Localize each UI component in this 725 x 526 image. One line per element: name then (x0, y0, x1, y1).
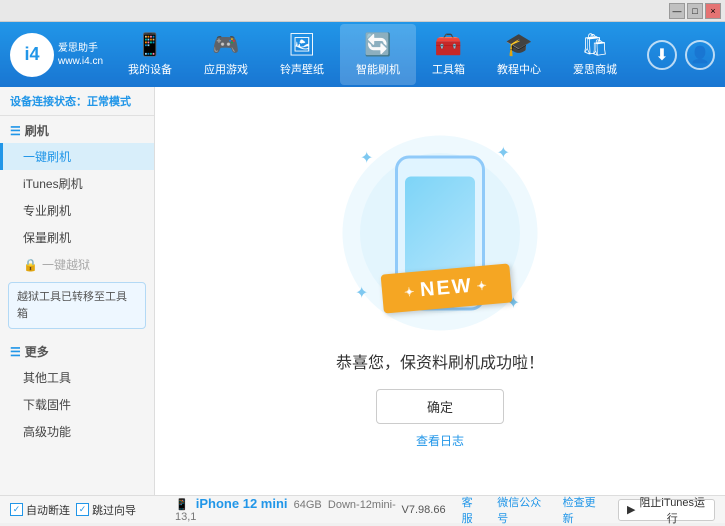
auto-disconnect-checkbox[interactable]: ✓ 自动断连 (10, 502, 70, 518)
logo-area: i4 爱思助手 www.i4.cn (10, 33, 110, 77)
sparkle-icon-1: ✦ (360, 148, 373, 168)
device-icon: 📱 (175, 499, 189, 511)
bottom-bar: ✓ 自动断连 ✓ 跳过向导 📱 iPhone 12 mini 64GB Down… (0, 495, 725, 523)
nav-my-device[interactable]: 📱 我的设备 (112, 24, 188, 85)
sparkle-icon-2: ✦ (497, 143, 510, 163)
bottom-right-section: V7.98.66 客服 微信公众号 检查更新 ▶ 阻止iTunes运行 (402, 494, 715, 526)
auto-disconnect-checkmark: ✓ (10, 503, 23, 516)
bottom-left-section: ✓ 自动断连 ✓ 跳过向导 (10, 502, 165, 518)
apps-icon: 🎮 (212, 32, 239, 58)
smart-flash-icon: 🔄 (364, 32, 391, 58)
device-storage: 64GB (291, 499, 322, 511)
more-section-header: ☰ 更多 (0, 337, 154, 364)
success-message: 恭喜您，保资料刷机成功啦！ (336, 349, 544, 373)
my-device-icon: 📱 (136, 32, 163, 58)
sidebar-item-advanced[interactable]: 高级功能 (0, 418, 154, 445)
maximize-button[interactable]: □ (687, 3, 703, 19)
sparkle-icon-3: ✦ (355, 283, 368, 303)
nav-smart-flash[interactable]: 🔄 智能刷机 (340, 24, 416, 85)
wechat-link[interactable]: 微信公众号 (497, 494, 546, 526)
user-button[interactable]: 👤 (685, 40, 715, 70)
nav-toolbox[interactable]: 🧰 工具箱 (416, 24, 481, 85)
confirm-button[interactable]: 确定 (376, 389, 504, 424)
close-button[interactable]: × (705, 3, 721, 19)
update-link[interactable]: 检查更新 (563, 494, 602, 526)
version-label: V7.98.66 (402, 504, 446, 516)
minimize-button[interactable]: — (669, 3, 685, 19)
toolbox-icon: 🧰 (435, 32, 462, 58)
success-illustration: ✦ ✦ ✦ ✦ NEW (340, 133, 540, 333)
title-bar: — □ × (0, 0, 725, 22)
flash-section-header: ☰ 刷机 (0, 116, 154, 143)
sidebar-item-save-flash[interactable]: 保量刷机 (0, 224, 154, 251)
nav-apps[interactable]: 🎮 应用游戏 (188, 24, 264, 85)
header: i4 爱思助手 www.i4.cn 📱 我的设备 🎮 应用游戏 🖼 铃声壁纸 🔄… (0, 22, 725, 87)
logo-icon: i4 (10, 33, 54, 77)
phone-screen (405, 177, 475, 277)
device-name: iPhone 12 mini (196, 496, 288, 511)
jailbreak-notice: 越狱工具已转移至工具箱 (8, 282, 146, 329)
main-layout: 设备连接状态：正常模式 ☰ 刷机 一键刷机 iTunes刷机 专业刷机 保量刷机… (0, 87, 725, 495)
nav-bar: 📱 我的设备 🎮 应用游戏 🖼 铃声壁纸 🔄 智能刷机 🧰 工具箱 🎓 教程中心… (110, 24, 635, 85)
window-controls[interactable]: — □ × (669, 3, 721, 19)
download-button[interactable]: ⬇ (647, 40, 677, 70)
sidebar: 设备连接状态：正常模式 ☰ 刷机 一键刷机 iTunes刷机 专业刷机 保量刷机… (0, 87, 155, 495)
sidebar-item-itunes-flash[interactable]: iTunes刷机 (0, 170, 154, 197)
connection-status: 设备连接状态：正常模式 (0, 87, 154, 116)
header-right: ⬇ 👤 (635, 40, 715, 70)
shop-icon: 🛍 (581, 32, 609, 58)
lock-icon: 🔒 (23, 258, 38, 272)
support-link[interactable]: 客服 (462, 494, 482, 526)
device-info: 📱 iPhone 12 mini 64GB Down-12mini-13,1 (165, 496, 402, 523)
content-area: ✦ ✦ ✦ ✦ NEW 恭喜您，保资料刷机成功啦！ 确定 查看日志 (155, 87, 725, 495)
sidebar-item-download-fw[interactable]: 下载固件 (0, 391, 154, 418)
nav-tutorials[interactable]: 🎓 教程中心 (481, 24, 557, 85)
sidebar-item-jailbreak: 🔒 一键越狱 (0, 251, 154, 278)
nav-wallpaper[interactable]: 🖼 铃声壁纸 (264, 24, 340, 85)
sidebar-item-one-key-flash[interactable]: 一键刷机 (0, 143, 154, 170)
nav-shop[interactable]: 🛍 爱思商城 (557, 24, 633, 85)
skip-wizard-checkmark: ✓ (76, 503, 89, 516)
itunes-icon: ▶ (627, 503, 635, 516)
sidebar-item-pro-flash[interactable]: 专业刷机 (0, 197, 154, 224)
view-log-link[interactable]: 查看日志 (416, 432, 464, 449)
tutorials-icon: 🎓 (505, 32, 532, 58)
skip-wizard-checkbox[interactable]: ✓ 跳过向导 (76, 502, 136, 518)
wallpaper-icon: 🖼 (288, 32, 316, 58)
sidebar-item-other-tools[interactable]: 其他工具 (0, 364, 154, 391)
logo-text: 爱思助手 www.i4.cn (58, 42, 103, 68)
itunes-button[interactable]: ▶ 阻止iTunes运行 (618, 499, 715, 521)
